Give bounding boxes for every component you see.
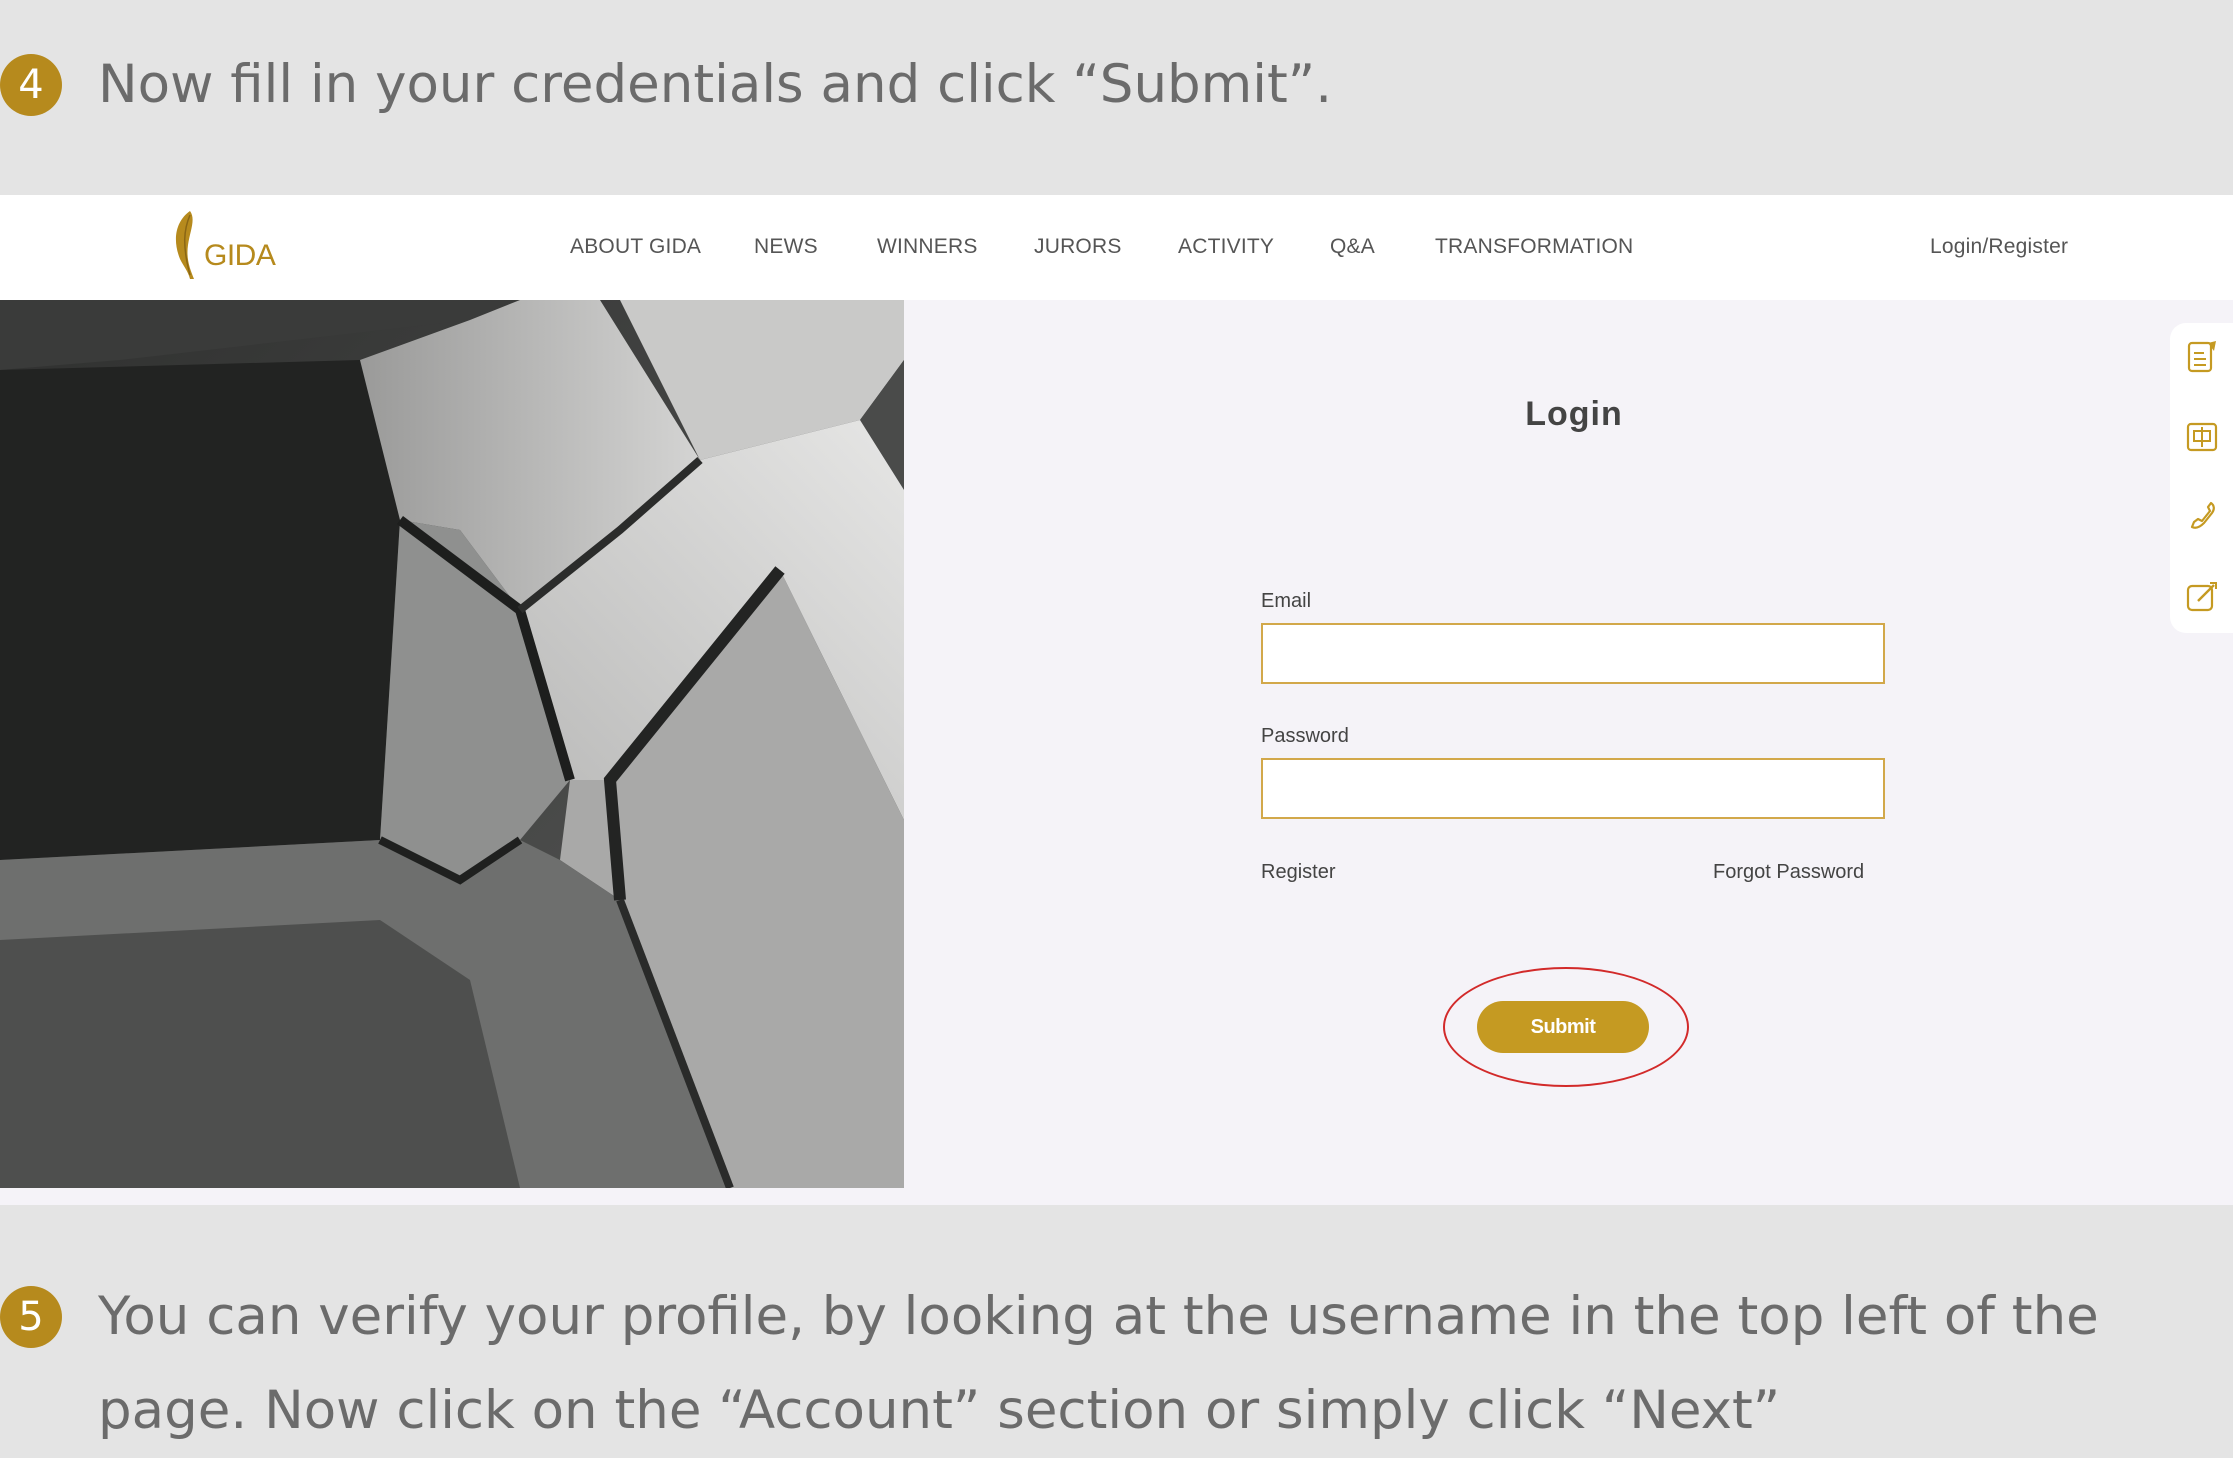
nav-item-transformation[interactable]: TRANSFORMATION (1435, 235, 1633, 259)
nav-item-qa[interactable]: Q&A (1330, 235, 1375, 259)
register-link[interactable]: Register (1261, 861, 1335, 884)
hero-concrete-image (0, 300, 904, 1188)
tutorial-step-4: 4 Now fill in your credentials and click… (0, 54, 1332, 132)
phone-icon[interactable] (2184, 499, 2220, 535)
submit-button[interactable]: Submit (1477, 1001, 1649, 1053)
chinese-language-icon[interactable] (2184, 419, 2220, 455)
top-navigation-bar: GIDA ABOUT GIDA NEWS WINNERS JURORS ACTI… (0, 195, 2233, 300)
step-number-badge: 4 (0, 54, 62, 116)
tutorial-step-5: 5 You can verify your profile, by lookin… (0, 1286, 2233, 1458)
nav-item-activity[interactable]: ACTIVITY (1178, 235, 1274, 259)
nav-item-news[interactable]: NEWS (754, 235, 818, 259)
nav-item-winners[interactable]: WINNERS (877, 235, 978, 259)
register-form-icon[interactable] (2184, 339, 2220, 375)
email-field[interactable] (1261, 623, 1885, 684)
edit-icon[interactable] (2184, 579, 2220, 615)
login-register-link[interactable]: Login/Register (1930, 235, 2068, 259)
side-toolbar (2170, 323, 2233, 633)
step-instruction-text: You can verify your profile, by looking … (98, 1286, 2099, 1441)
password-field[interactable] (1261, 758, 1885, 819)
nav-item-about-gida[interactable]: ABOUT GIDA (570, 235, 701, 259)
email-label: Email (1261, 590, 1312, 612)
nav-item-jurors[interactable]: JURORS (1034, 235, 1122, 259)
step-instruction-text: Now fill in your credentials and click “… (98, 54, 1333, 115)
login-title: Login (1525, 395, 1623, 433)
website-screenshot: GIDA ABOUT GIDA NEWS WINNERS JURORS ACTI… (0, 195, 2233, 1205)
gida-logo[interactable]: GIDA (170, 209, 280, 289)
logo-text: GIDA (204, 239, 276, 272)
password-label: Password (1261, 725, 1349, 747)
forgot-password-link[interactable]: Forgot Password (1713, 861, 1864, 884)
step-number-badge: 5 (0, 1286, 62, 1348)
